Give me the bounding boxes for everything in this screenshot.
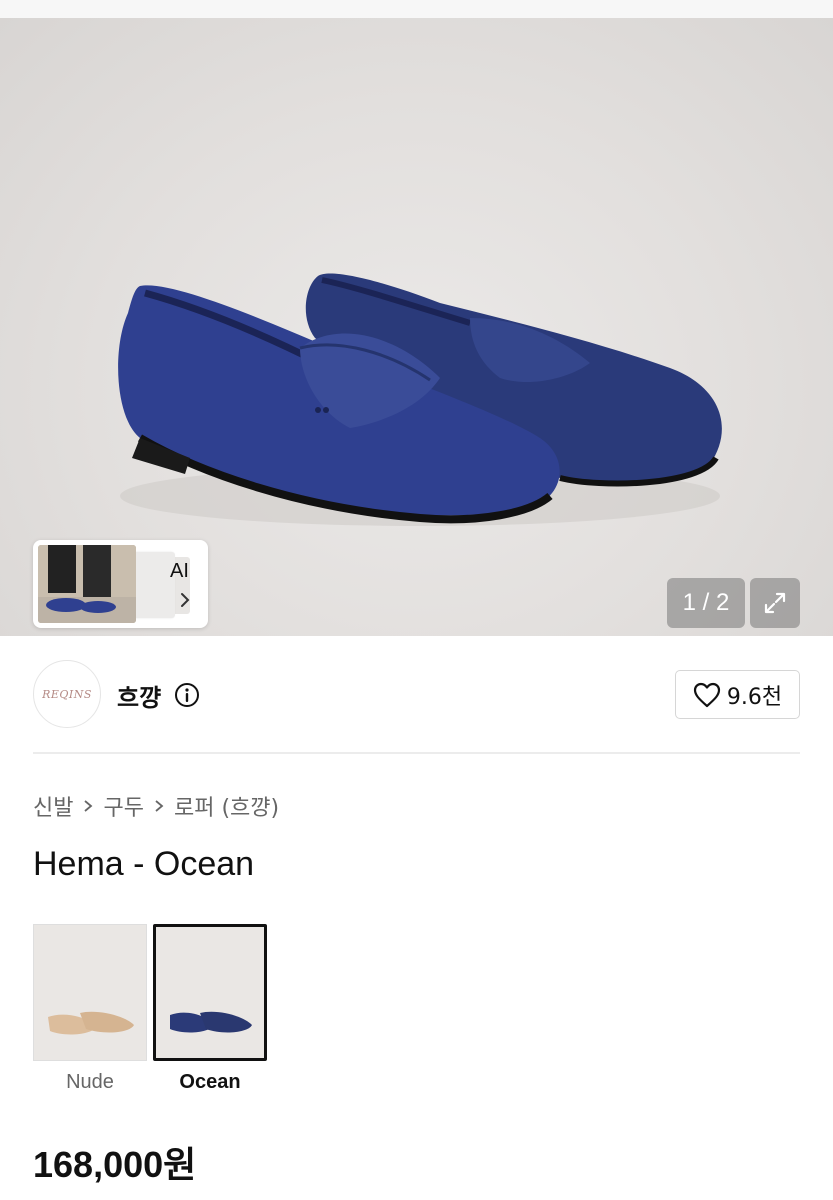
variant-swatch (153, 924, 267, 1061)
heart-icon (693, 682, 720, 707)
like-count: 9.6천 (726, 684, 783, 710)
divider (33, 752, 800, 754)
seller-name[interactable]: 흐꺙 (117, 678, 161, 713)
variant-label: Nude (66, 1071, 114, 1093)
variant-label: Ocean (179, 1071, 241, 1093)
ai-thumbnail-image (38, 545, 136, 623)
seller-avatar[interactable]: REQINS (33, 660, 101, 728)
variant-option-nude[interactable]: Nude (33, 924, 147, 1094)
ai-styling-thumbnail[interactable]: AI (33, 540, 208, 628)
chevron-right-icon (155, 800, 164, 812)
breadcrumb-item[interactable]: 로퍼 (흐꺙) (174, 790, 279, 822)
info-icon[interactable] (174, 682, 200, 708)
chevron-right-icon (84, 800, 93, 812)
seller-logo-text: REQINS (42, 687, 92, 701)
expand-button[interactable] (750, 578, 800, 628)
breadcrumb-item[interactable]: 신발 (33, 790, 73, 822)
top-bar (0, 0, 833, 18)
chevron-right-icon (181, 593, 190, 607)
ai-label: AI (170, 560, 189, 582)
variant-swatch (33, 924, 147, 1061)
seller-section: REQINS 흐꺙 9.6천 (33, 660, 800, 730)
product-image-gallery[interactable]: AI 1 / 2 (0, 18, 833, 636)
product-price: 168,000원 (33, 1144, 197, 1185)
variant-option-ocean[interactable]: Ocean (153, 924, 267, 1094)
breadcrumb: 신발 구두 로퍼 (흐꺙) (33, 790, 279, 822)
image-counter: 1 / 2 (667, 578, 745, 628)
product-title: Hema - Ocean (33, 845, 255, 883)
like-button[interactable]: 9.6천 (675, 670, 800, 719)
breadcrumb-item[interactable]: 구두 (103, 790, 143, 822)
expand-icon (764, 592, 786, 614)
